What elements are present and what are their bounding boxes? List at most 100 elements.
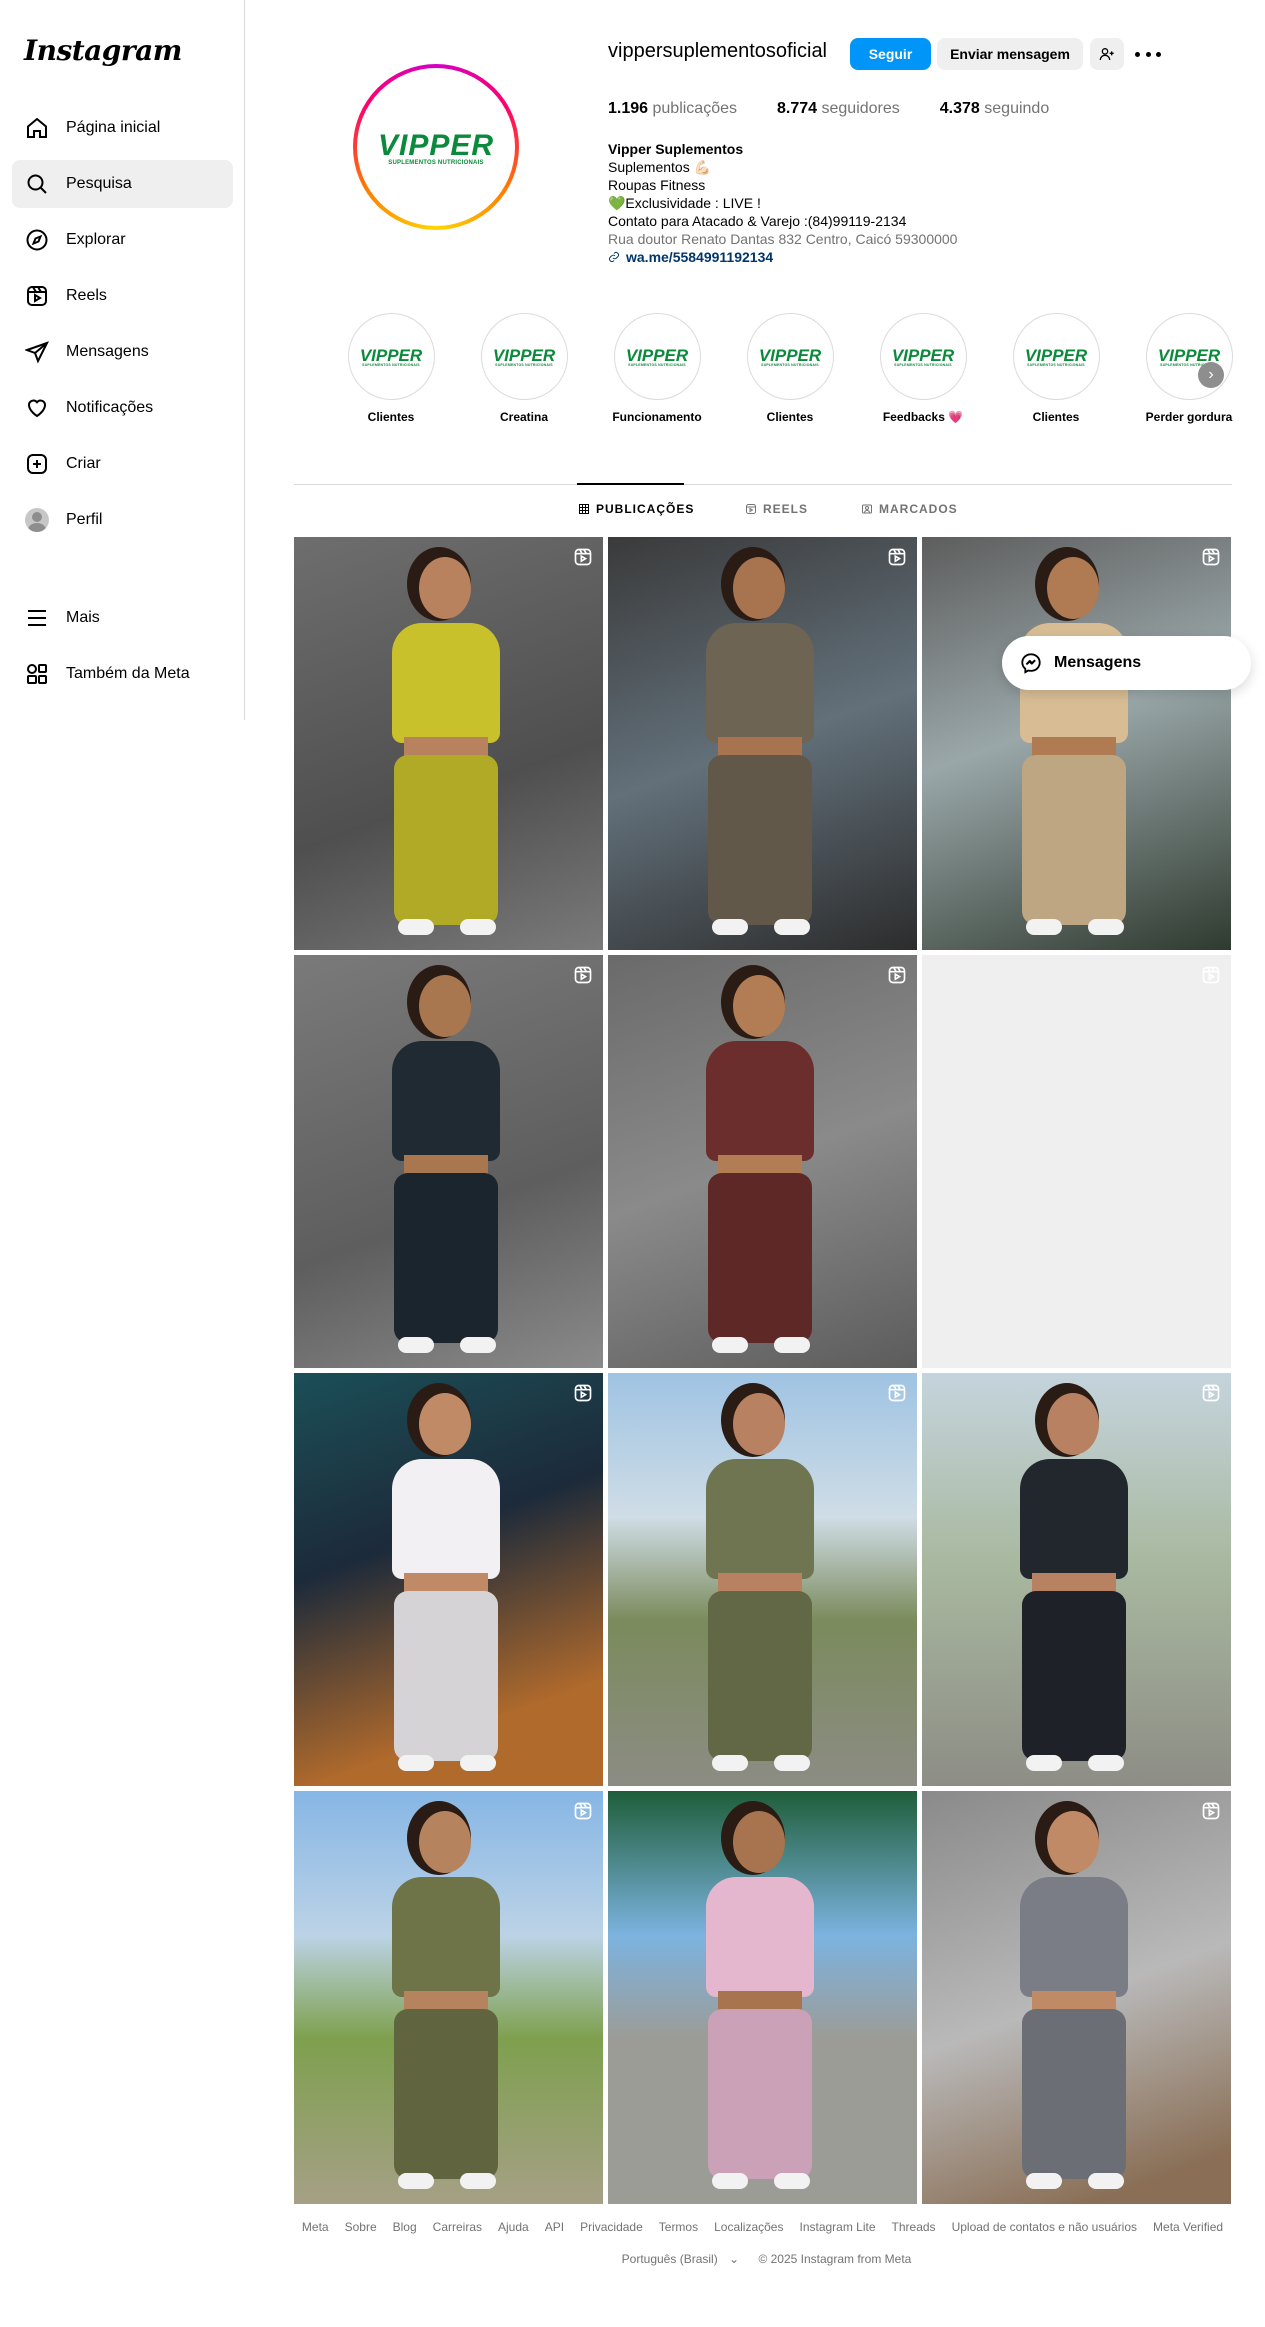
sidebar-item-explore[interactable]: Explorar xyxy=(12,216,233,264)
sidebar-item-create[interactable]: Criar xyxy=(12,440,233,488)
highlight-item[interactable]: VIPPER SUPLEMENTOS NUTRICIONAIS Clientes xyxy=(735,313,845,424)
post-figure-shoe xyxy=(460,919,496,935)
vipper-logo: VIPPER SUPLEMENTOS NUTRICIONAIS xyxy=(626,346,688,367)
post-figure-torso xyxy=(706,1459,814,1579)
sidebar-item-more[interactable]: Mais xyxy=(12,594,233,642)
post-figure-shoe xyxy=(1026,1755,1062,1771)
post-figure-waist xyxy=(718,1573,802,1593)
footer-link[interactable]: Instagram Lite xyxy=(799,2220,875,2234)
menu-icon xyxy=(24,605,50,631)
reel-icon xyxy=(1201,1801,1221,1821)
messages-floating-button[interactable]: Mensagens xyxy=(1002,636,1251,690)
post-tile[interactable] xyxy=(608,537,917,950)
post-figure-shoe xyxy=(774,2173,810,2189)
post-figure-head xyxy=(733,557,785,619)
post-tile[interactable] xyxy=(922,955,1231,1368)
post-figure-legs xyxy=(708,2009,812,2179)
post-figure-legs xyxy=(394,755,498,925)
highlight-item[interactable]: VIPPER SUPLEMENTOS NUTRICIONAIS Feedbacks … xyxy=(868,313,978,424)
bio-line: Roupas Fitness xyxy=(608,177,706,193)
footer-link[interactable]: Ajuda xyxy=(498,2220,529,2234)
plus-square-icon xyxy=(24,451,50,477)
posts-label: publicações xyxy=(652,100,738,117)
follow-button[interactable]: Seguir xyxy=(850,38,931,70)
footer-link[interactable]: Termos xyxy=(659,2220,698,2234)
search-icon xyxy=(24,171,50,197)
tab-posts[interactable]: PUBLICAÇÕES xyxy=(578,502,694,516)
footer-link[interactable]: Threads xyxy=(892,2220,936,2234)
sidebar-item-notifications[interactable]: Notificações xyxy=(12,384,233,432)
reel-icon xyxy=(1201,965,1221,985)
sidebar-item-meta[interactable]: Também da Meta xyxy=(12,650,233,698)
language-select[interactable]: Português (Brasil) ⌄ xyxy=(614,2252,739,2266)
more-options-icon[interactable] xyxy=(1135,44,1161,64)
sidebar-item-search[interactable]: Pesquisa xyxy=(12,160,233,208)
post-figure-torso xyxy=(706,623,814,743)
highlight-item[interactable]: VIPPER SUPLEMENTOS NUTRICIONAIS Clientes xyxy=(336,313,446,424)
tab-label: REELS xyxy=(763,502,809,516)
post-figure-shoe xyxy=(712,1755,748,1771)
highlight-label: Clientes xyxy=(766,410,814,424)
post-tile[interactable] xyxy=(608,955,917,1368)
post-tile[interactable] xyxy=(294,1373,603,1786)
sidebar-item-messages[interactable]: Mensagens xyxy=(12,328,233,376)
footer-link[interactable]: Meta Verified xyxy=(1153,2220,1223,2234)
reel-icon xyxy=(1201,547,1221,567)
add-user-icon xyxy=(1099,48,1114,61)
footer-link[interactable]: Carreiras xyxy=(433,2220,482,2234)
following-count: 4.378 xyxy=(939,100,980,117)
sidebar: Instagram Página inicial Pesquisa Explor… xyxy=(0,0,245,720)
footer-link[interactable]: API xyxy=(545,2220,564,2234)
sidebar-item-reels[interactable]: Reels xyxy=(12,272,233,320)
bio-name: Vipper Suplementos xyxy=(608,141,744,157)
highlight-ring: VIPPER SUPLEMENTOS NUTRICIONAIS xyxy=(1012,313,1100,400)
sidebar-item-label: Também da Meta xyxy=(66,665,190,682)
post-tile[interactable] xyxy=(922,1373,1231,1786)
footer-link[interactable]: Blog xyxy=(393,2220,417,2234)
post-figure-waist xyxy=(404,1573,488,1593)
reels-icon xyxy=(746,504,756,514)
reel-icon xyxy=(573,1801,593,1821)
post-tile[interactable] xyxy=(922,1791,1231,2204)
meta-apps-icon xyxy=(24,661,50,687)
post-figure-shoe xyxy=(774,919,810,935)
post-tile[interactable] xyxy=(294,1791,603,2204)
sidebar-item-home[interactable]: Página inicial xyxy=(12,104,233,152)
footer-link[interactable]: Privacidade xyxy=(580,2220,643,2234)
footer-link[interactable]: Localizações xyxy=(714,2220,783,2234)
vipper-logo-sub: SUPLEMENTOS NUTRICIONAIS xyxy=(495,363,553,367)
post-figure-legs xyxy=(394,1173,498,1343)
post-tile[interactable] xyxy=(294,537,603,950)
instagram-logo[interactable]: Instagram xyxy=(24,34,182,67)
post-figure-head xyxy=(419,975,471,1037)
highlight-item[interactable]: VIPPER SUPLEMENTOS NUTRICIONAIS Clientes xyxy=(1001,313,1111,424)
suggest-user-button[interactable] xyxy=(1090,38,1124,70)
tagged-icon xyxy=(862,504,872,514)
followers-stat[interactable]: 8.774 seguidores xyxy=(777,100,900,118)
highlight-item[interactable]: VIPPER SUPLEMENTOS NUTRICIONAIS Creatina xyxy=(469,313,579,424)
highlight-item[interactable]: VIPPER SUPLEMENTOS NUTRICIONAIS Perder gor… xyxy=(1134,313,1244,424)
sidebar-item-label: Criar xyxy=(66,455,101,472)
profile-picture[interactable]: VIPPER SUPLEMENTOS NUTRICIONAIS xyxy=(353,64,519,230)
bio-link[interactable]: wa.me/5584991192134 xyxy=(608,248,957,266)
post-tile[interactable] xyxy=(608,1373,917,1786)
tab-reels[interactable]: REELS xyxy=(745,502,808,516)
footer-link[interactable]: Sobre xyxy=(345,2220,377,2234)
post-tile[interactable] xyxy=(294,955,603,1368)
highlight-item[interactable]: VIPPER SUPLEMENTOS NUTRICIONAIS Funcioname… xyxy=(602,313,712,424)
highlight-ring: VIPPER SUPLEMENTOS NUTRICIONAIS xyxy=(480,313,568,400)
post-figure-shoe xyxy=(398,1337,434,1353)
following-stat[interactable]: 4.378 seguindo xyxy=(940,100,1049,118)
post-tile[interactable] xyxy=(922,537,1231,950)
tab-tagged[interactable]: MARCADOS xyxy=(861,502,958,516)
post-tile[interactable] xyxy=(608,1791,917,2204)
chevron-right-icon[interactable]: › xyxy=(1198,362,1224,388)
send-message-button[interactable]: Enviar mensagem xyxy=(937,38,1083,70)
reels-icon xyxy=(24,283,50,309)
post-figure-head xyxy=(419,557,471,619)
footer-link[interactable]: Upload de contatos e não usuários xyxy=(952,2220,1137,2234)
bio-address[interactable]: Rua doutor Renato Dantas 832 Centro, Cai… xyxy=(608,230,957,248)
footer-link[interactable]: Meta xyxy=(302,2220,329,2234)
bio-line: Suplementos 💪🏻 xyxy=(608,159,712,175)
post-figure-torso xyxy=(706,1041,814,1161)
